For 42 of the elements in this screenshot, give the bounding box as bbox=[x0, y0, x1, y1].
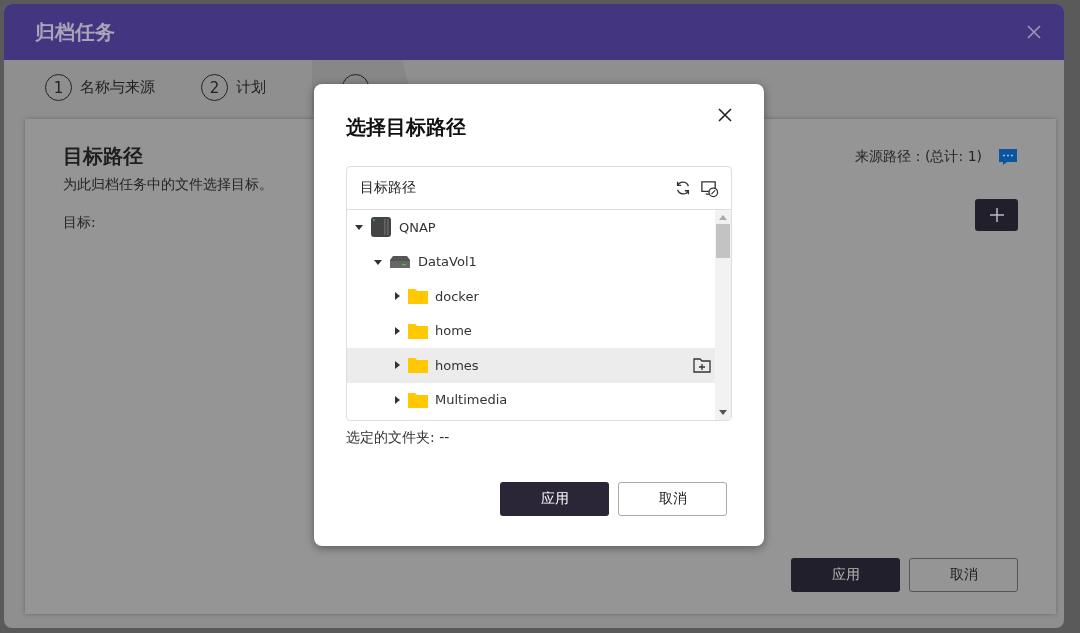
wizard-step[interactable]: 2 计划 bbox=[201, 60, 312, 115]
folder-icon bbox=[408, 288, 428, 305]
add-button[interactable] bbox=[975, 199, 1018, 231]
chat-icon[interactable] bbox=[998, 147, 1018, 167]
target-label: 目标: bbox=[63, 214, 97, 232]
tree-item[interactable]: home bbox=[347, 313, 715, 348]
expand-arrow-icon[interactable] bbox=[393, 395, 401, 404]
drive-icon bbox=[389, 254, 411, 269]
folder-icon bbox=[408, 357, 428, 374]
server-icon bbox=[370, 216, 392, 239]
expand-arrow-icon[interactable] bbox=[374, 257, 382, 266]
wizard-step[interactable]: 1 名称与来源 bbox=[45, 60, 201, 115]
scrollbar[interactable] bbox=[715, 210, 731, 420]
cancel-button[interactable]: 取消 bbox=[909, 558, 1018, 592]
selected-folder-label: 选定的文件夹: -- bbox=[346, 429, 451, 447]
source-path-label: 来源路径：(总计: 1) bbox=[855, 148, 982, 166]
tree-item[interactable]: DataVol1 bbox=[347, 244, 715, 279]
tree-item[interactable]: Multimedia bbox=[347, 382, 715, 417]
scrollbar-thumb[interactable] bbox=[716, 224, 730, 258]
new-folder-icon[interactable] bbox=[693, 357, 711, 373]
tree-item[interactable]: homes bbox=[347, 348, 715, 383]
expand-arrow-icon[interactable] bbox=[393, 326, 401, 335]
expand-arrow-icon[interactable] bbox=[355, 223, 363, 232]
section-description: 为此归档任务中的文件选择目标。 bbox=[63, 176, 273, 194]
folder-icon bbox=[408, 391, 428, 408]
panel-title: 目标路径 bbox=[360, 179, 417, 197]
folder-icon bbox=[408, 322, 428, 339]
close-icon[interactable] bbox=[718, 108, 732, 122]
plus-icon bbox=[989, 208, 1004, 222]
section-title: 目标路径 bbox=[63, 143, 144, 170]
expand-arrow-icon[interactable] bbox=[393, 361, 401, 370]
tree-item[interactable]: QNAP bbox=[347, 210, 715, 245]
expand-arrow-icon[interactable] bbox=[393, 292, 401, 301]
tree-item[interactable]: docker bbox=[347, 279, 715, 314]
window-title: 归档任务 bbox=[35, 18, 115, 46]
monitor-link-icon[interactable] bbox=[700, 178, 719, 198]
scroll-down-icon[interactable] bbox=[719, 410, 727, 415]
dialog-title: 选择目标路径 bbox=[346, 114, 466, 141]
refresh-icon[interactable] bbox=[674, 179, 692, 197]
apply-button[interactable]: 应用 bbox=[500, 482, 609, 516]
cancel-button[interactable]: 取消 bbox=[618, 482, 727, 516]
apply-button[interactable]: 应用 bbox=[791, 558, 900, 592]
